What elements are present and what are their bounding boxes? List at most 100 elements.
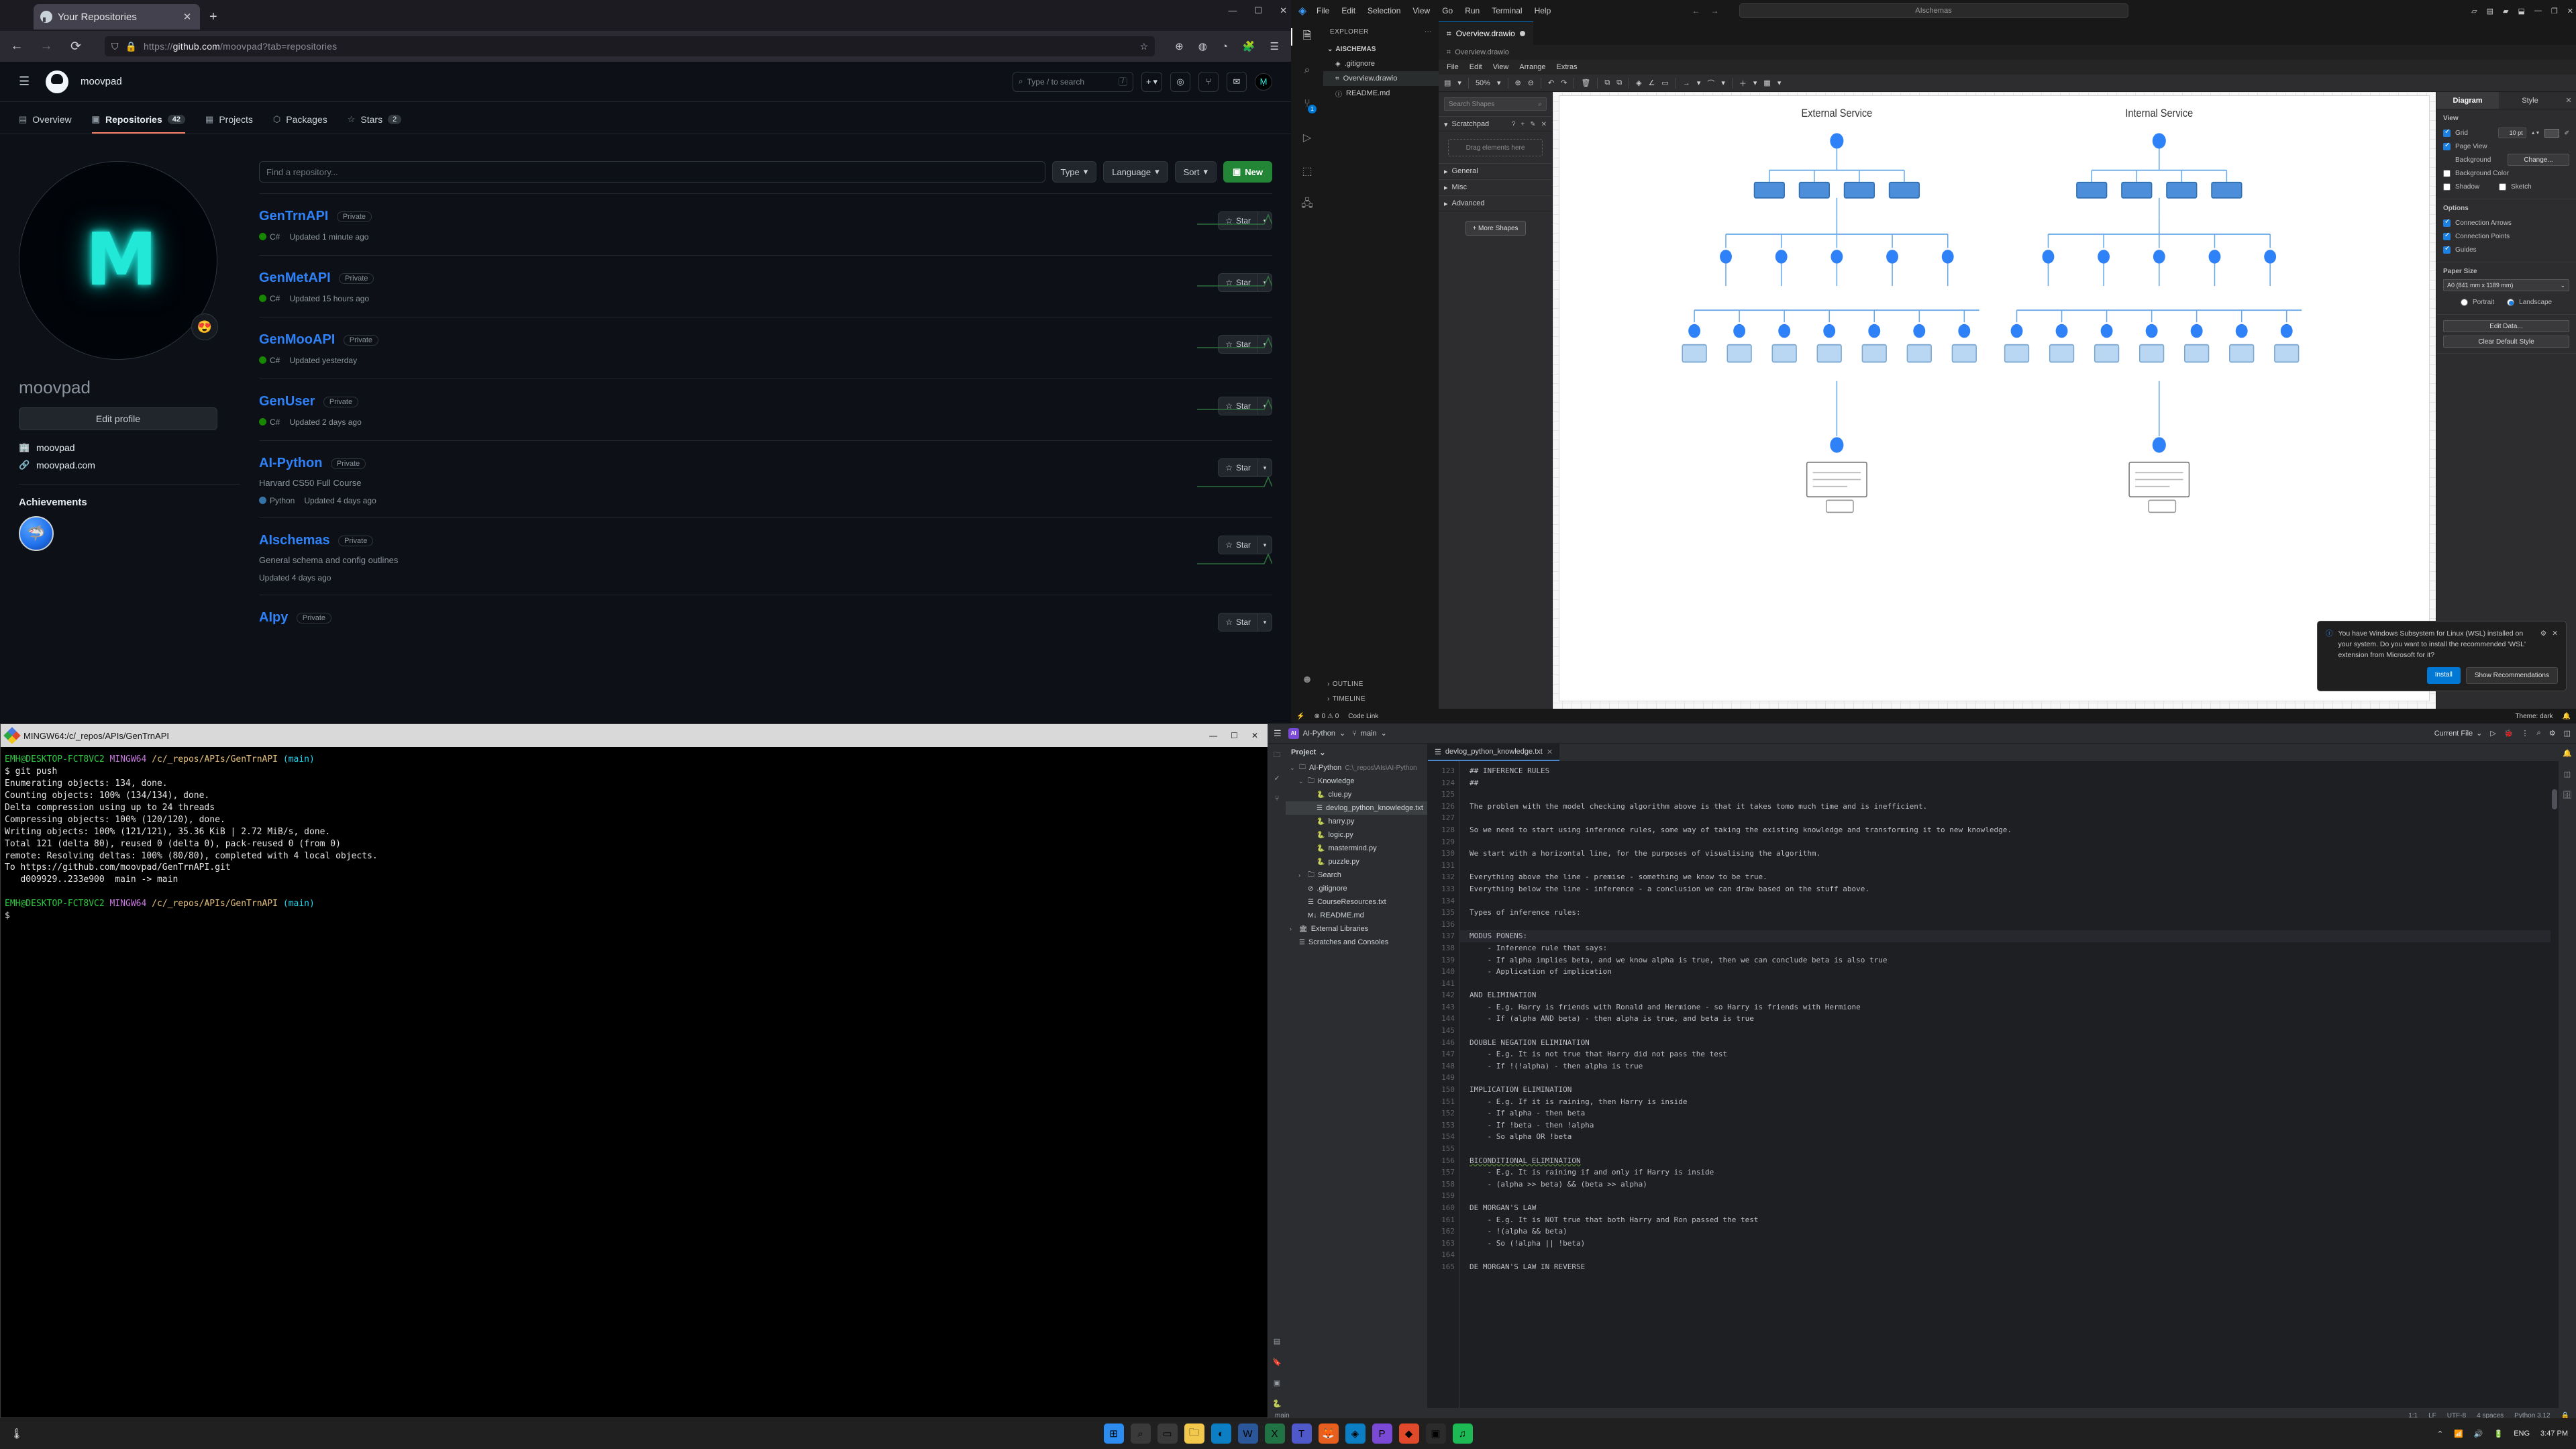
page-view-icon[interactable]: ▤ [1444,79,1451,87]
redo-icon[interactable]: ↷ [1561,79,1567,87]
vscode-menu-file[interactable]: File [1317,6,1329,15]
tree-node-logic-py[interactable]: 🐍 logic.py [1286,828,1427,842]
github-logo-icon[interactable] [46,70,68,93]
remote-explorer-icon[interactable]: 🖧 [1297,195,1317,215]
gitbash-maximize-button[interactable]: ☐ [1231,731,1238,740]
tree-node-clue-py[interactable]: 🐍 clue.py [1286,788,1427,801]
drawio-menu-arrange[interactable]: Arrange [1519,63,1545,71]
taskbar-icon-excel[interactable]: X [1264,1423,1285,1444]
tree-node--gitignore[interactable]: ⊘ .gitignore [1286,882,1427,895]
extensions-icon[interactable]: 🧩 [1243,40,1255,52]
extensions-icon[interactable]: ⬚ [1297,161,1317,181]
bookmarks-tool-icon[interactable]: 🔖 [1272,1358,1282,1366]
background-color-checkbox[interactable] [2443,169,2451,177]
taskbar-icon-firefox[interactable]: 🦊 [1318,1423,1339,1444]
insert-icon[interactable]: ＋ [1739,78,1747,89]
vscode-minimize-button[interactable]: — [2534,7,2542,15]
taskbar-clock[interactable]: 3:47 PM [2540,1430,2568,1438]
star-button[interactable]: ☆ Star [1218,613,1257,632]
drawio-canvas[interactable]: External Service Internal Service [1553,92,2436,723]
github-search-input[interactable]: ⌕ Type / to search / [1012,71,1133,92]
taskbar-icon-edge[interactable]: ◐ [1210,1423,1231,1444]
python-console-icon[interactable]: 🐍 [1272,1399,1282,1408]
settings-gear-icon[interactable]: ⚙ [2549,729,2556,738]
close-tab-icon[interactable]: ✕ [181,11,193,23]
taskbar-icon-word[interactable]: W [1237,1423,1258,1444]
profile-org-row[interactable]: 🏢 moovpad [19,442,240,453]
github-menu-icon[interactable]: ☰ [19,74,34,89]
scratchpad-dropzone[interactable]: Drag elements here [1448,139,1543,156]
close-tab-icon[interactable]: ✕ [1547,748,1553,756]
tree-node-knowledge[interactable]: ⌄ 🗀 Knowledge [1286,775,1427,788]
background-color-row[interactable]: Background Color [2443,166,2569,180]
tray-overflow-icon[interactable]: ⌃ [2437,1430,2443,1438]
vscode-menu-terminal[interactable]: Terminal [1492,6,1522,15]
project-tool-icon[interactable]: 🗀 [1274,749,1281,762]
shadow-icon[interactable]: ▭ [1661,79,1668,87]
gitbash-minimize-button[interactable]: — [1209,731,1217,740]
undo-icon[interactable]: ↶ [1548,79,1554,87]
project-tool-title[interactable]: Project ⌄ [1286,744,1427,761]
browser-maximize-button[interactable]: ☐ [1254,5,1262,16]
explorer-root-folder[interactable]: ⌄ AISCHEMAS [1323,42,1439,56]
tree-node-external-libraries[interactable]: › 🏛 External Libraries [1286,922,1427,936]
browser-close-button[interactable]: ✕ [1280,5,1287,16]
commit-tool-icon[interactable]: ✓ [1274,774,1280,783]
github-create-new-button[interactable]: + ▾ [1141,71,1162,92]
more-actions-icon[interactable]: ⋮ [2522,729,2529,738]
notification-settings-gear-icon[interactable]: ⚙ [2540,628,2546,661]
vscode-forward-icon[interactable]: → [1711,6,1719,15]
close-icon[interactable]: ✕ [1541,121,1547,128]
repo-link[interactable]: GenMooAPI [259,332,335,348]
connection-points-checkbox[interactable] [2443,232,2451,240]
clear-default-style-button[interactable]: Clear Default Style [2443,336,2569,348]
shield-badge-icon[interactable]: ◍ [1198,40,1207,52]
repo-link[interactable]: AIschemas [259,533,330,548]
address-bar[interactable]: ⛉ 🔒 https://github.com/moovpad?tab=repos… [105,36,1155,56]
tab-style[interactable]: Style [2499,92,2561,109]
forward-icon[interactable]: → [38,39,55,54]
taskbar-icon-search[interactable]: ⌕ [1130,1423,1151,1444]
waypoints-icon[interactable]: ⌒ [1707,78,1714,89]
vscode-menu-help[interactable]: Help [1535,6,1551,15]
language-filter-button[interactable]: Language ▾ [1103,161,1168,183]
tree-node-mastermind-py[interactable]: 🐍 mastermind.py [1286,842,1427,855]
status-problems[interactable]: ⊗ 0 ⚠ 0 [1314,713,1339,720]
bookmark-star-icon[interactable]: ☆ [1140,41,1149,52]
grid-checkbox[interactable] [2443,128,2451,137]
background-change-button[interactable]: Change... [2508,154,2569,166]
taskbar-icon-terminal[interactable]: ▣ [1425,1423,1446,1444]
taskbar-icon-gitbash[interactable]: ◆ [1398,1423,1419,1444]
shadow-checkbox[interactable] [2443,183,2451,191]
explorer-outline-section[interactable]: › OUTLINE [1323,677,1439,691]
terminal-output[interactable]: EMH@DESKTOP-FCT8VC2 MINGW64 /c/_repos/AP… [1,747,1268,929]
vscode-menu-edit[interactable]: Edit [1341,6,1355,15]
guides-checkbox[interactable] [2443,245,2451,254]
code-editor[interactable]: 123 124 125 126 127 128 129 130 131 132 133 134 135 1… [1428,761,2559,1408]
drawio-menu-view[interactable]: View [1493,63,1509,71]
chevron-right-icon[interactable]: › [1298,872,1304,879]
chevron-down-icon[interactable]: ▾ [1697,79,1701,87]
tab-diagram[interactable]: Diagram [2436,92,2499,109]
tab-projects[interactable]: ▦ Projects [205,102,253,134]
pycharm-menu-icon[interactable]: ☰ [1274,728,1282,739]
tab-packages[interactable]: ⬡ Packages [273,102,327,134]
back-icon[interactable]: ← [8,39,25,54]
page-view-checkbox[interactable] [2443,142,2451,150]
taskbar-language[interactable]: ENG [2514,1430,2530,1438]
editor-tab-devlog[interactable]: ☰ devlog_python_knowledge.txt ✕ [1428,744,1560,761]
status-emoji-badge[interactable]: 😍 [191,313,218,340]
shapes-section-general[interactable]: ▸ General [1439,163,1552,179]
vscode-restore-button[interactable]: ❐ [2551,7,2558,15]
taskbar-icon-taskview[interactable]: ▭ [1157,1423,1178,1444]
tree-node-puzzle-py[interactable]: 🐍 puzzle.py [1286,855,1427,868]
chevron-down-icon[interactable]: ⌄ [1290,764,1296,772]
tree-node-scratches-and-consoles[interactable]: ☰ Scratches and Consoles [1286,936,1427,949]
repo-link[interactable]: GenTrnAPI [259,209,328,224]
drawio-menu-file[interactable]: File [1447,63,1459,71]
notifications-icon[interactable]: 🔔 [2563,749,2572,758]
taskbar-icon-vscode[interactable]: ◈ [1345,1423,1366,1444]
search-everywhere-icon[interactable]: ⌕ [2537,729,2541,738]
customize-layout-icon[interactable]: ⬓ [2518,7,2525,15]
vscode-command-center[interactable]: AIschemas [1739,3,2128,18]
